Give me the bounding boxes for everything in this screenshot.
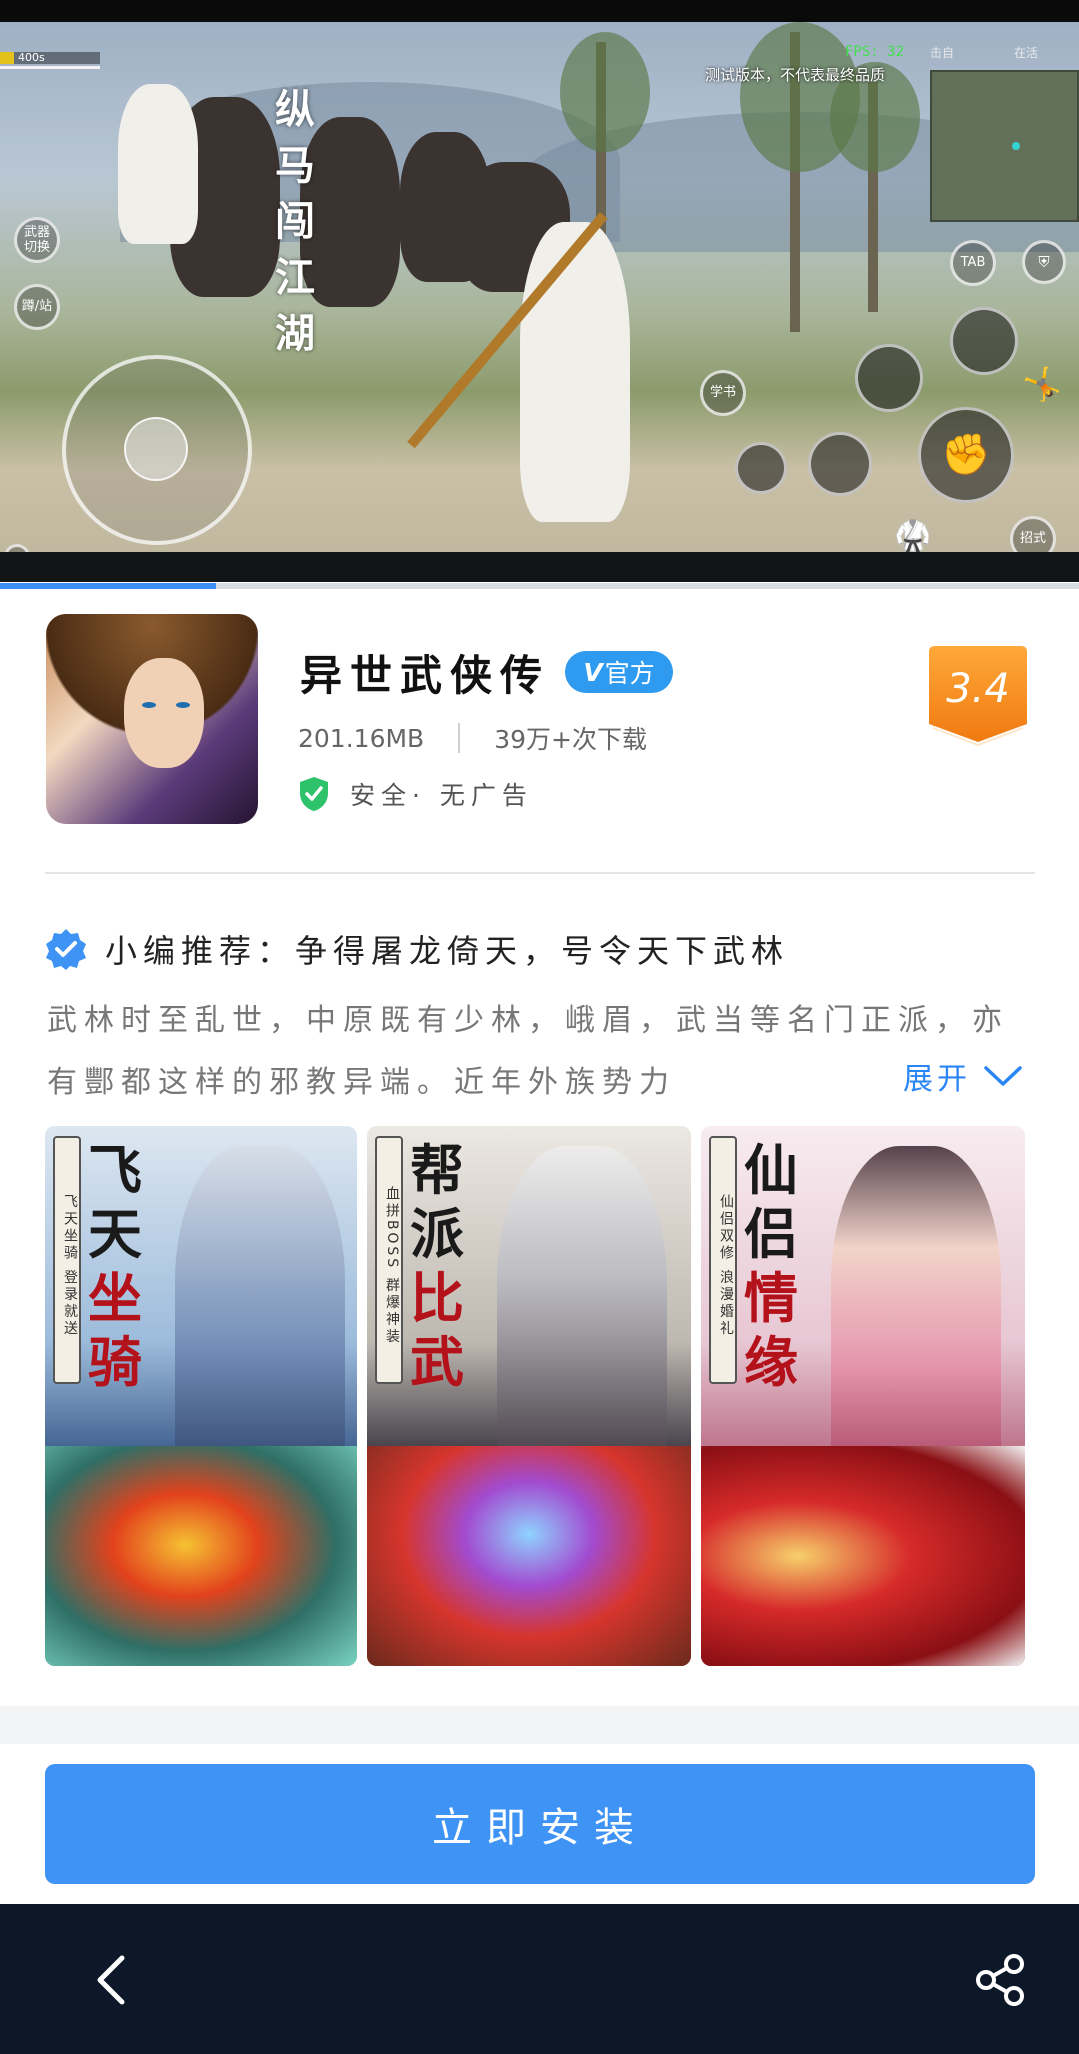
install-button[interactable]: 立即安装 bbox=[45, 1764, 1035, 1884]
chevron-down-icon bbox=[984, 1066, 1022, 1086]
screenshot-2-title: 帮派比武 bbox=[407, 1138, 467, 1394]
crouch-stand-button: 蹲/站 bbox=[14, 284, 60, 330]
safety-label: 安全· 无广告 bbox=[350, 781, 533, 810]
verified-badge-icon bbox=[46, 929, 86, 970]
section-divider bbox=[45, 872, 1035, 874]
official-check-mark: V bbox=[583, 657, 603, 687]
video-progress-fill bbox=[0, 583, 216, 589]
editor-recommendation: 小编推荐：争得屠龙倚天，号令天下武林 bbox=[45, 926, 789, 972]
screenshot-1-title-top: 飞天 bbox=[88, 1138, 142, 1266]
recommendation-headline: 小编推荐：争得屠龙倚天，号令天下武林 bbox=[105, 932, 790, 970]
learn-book-button: 学书 bbox=[700, 370, 746, 416]
screenshot-2-plaque: 血拼BOSS 群爆神装 bbox=[375, 1136, 403, 1384]
guard-icon: ⛨ bbox=[1022, 240, 1066, 284]
skill-slot-4 bbox=[735, 442, 787, 494]
share-icon[interactable] bbox=[972, 1952, 1028, 2008]
screenshot-3-title: 仙侣情缘 bbox=[741, 1138, 801, 1394]
app-size: 201.16MB bbox=[298, 723, 425, 753]
status-strip bbox=[0, 0, 1079, 22]
screenshot-2[interactable]: 血拼BOSS 群爆神装 帮派比武 bbox=[367, 1126, 691, 1666]
video-controls-shade bbox=[0, 552, 1079, 582]
skill-slot-3 bbox=[808, 432, 872, 496]
section-gap bbox=[0, 1706, 1079, 1744]
app-meta-row: 201.16MB 39万+次下载 bbox=[298, 720, 647, 756]
video-player[interactable]: 纵 马 闯 江 湖 400s FPS: 32 击自 在活 测试版本，不代表最终品… bbox=[0, 22, 1079, 582]
minimap bbox=[930, 70, 1079, 222]
meta-divider bbox=[458, 723, 461, 753]
skill-slot-1 bbox=[950, 307, 1018, 375]
back-arrow-icon[interactable] bbox=[88, 1952, 138, 2008]
safety-row: 安全· 无广告 bbox=[298, 776, 533, 812]
test-version-notice: 测试版本，不代表最终品质 bbox=[705, 66, 886, 84]
hp-bar: 400s bbox=[0, 51, 100, 64]
tab-button: TAB bbox=[950, 240, 996, 286]
screenshot-3-title-top: 仙侣 bbox=[744, 1138, 798, 1266]
shield-check-icon bbox=[300, 777, 328, 811]
video-calligraphy: 纵 马 闯 江 湖 bbox=[275, 86, 315, 357]
app-title: 异世武侠传 bbox=[300, 651, 551, 700]
attack-fist-icon: ✊ bbox=[918, 407, 1014, 503]
download-count: 39万+次下载 bbox=[494, 725, 647, 754]
screenshot-1-title-bottom: 坐骑 bbox=[88, 1266, 142, 1394]
screenshot-2-title-top: 帮派 bbox=[410, 1138, 464, 1266]
screenshot-2-title-bottom: 比武 bbox=[410, 1266, 464, 1394]
hp-label: 400s bbox=[18, 51, 45, 64]
screenshot-3[interactable]: 仙侣双修 浪漫婚礼 仙侣情缘 bbox=[701, 1126, 1025, 1666]
expand-label: 展开 bbox=[903, 1062, 971, 1097]
score-value: 3.4 bbox=[946, 666, 1010, 712]
screenshot-3-plaque: 仙侣双修 浪漫婚礼 bbox=[709, 1136, 737, 1384]
screenshot-1-title: 飞天坐骑 bbox=[85, 1138, 145, 1394]
bottom-nav-bar bbox=[0, 1904, 1079, 2054]
hud-label-left: 击自 bbox=[930, 46, 955, 60]
app-icon bbox=[46, 614, 258, 824]
screenshot-3-title-bottom: 情缘 bbox=[744, 1266, 798, 1394]
hp-line bbox=[0, 66, 100, 69]
expand-description-button[interactable]: 展开 bbox=[893, 1052, 1023, 1100]
fps-counter: FPS: 32 bbox=[845, 44, 905, 60]
skill-slot-2 bbox=[855, 344, 923, 412]
dodge-icon: 🤸 bbox=[1022, 365, 1062, 403]
official-badge-label: 官方 bbox=[604, 659, 655, 688]
app-detail-page: 纵 马 闯 江 湖 400s FPS: 32 击自 在活 测试版本，不代表最终品… bbox=[0, 0, 1079, 2054]
screenshot-1-plaque: 飞天坐骑 登录就送 bbox=[53, 1136, 81, 1384]
screenshot-1[interactable]: 飞天坐骑 登录就送 飞天坐骑 bbox=[45, 1126, 357, 1666]
app-description: 武林时至乱世，中原既有少林，峨眉，武当等名门正派，亦有酆都这样的邪教异端。近年外… bbox=[47, 1003, 1009, 1100]
joystick-knob bbox=[124, 417, 188, 481]
official-badge: V 官方 bbox=[565, 651, 673, 693]
weapon-switch-button: 武器 切换 bbox=[14, 217, 60, 263]
hud-label-right: 在活 bbox=[1014, 46, 1039, 60]
video-progress-bar[interactable] bbox=[0, 583, 1079, 589]
